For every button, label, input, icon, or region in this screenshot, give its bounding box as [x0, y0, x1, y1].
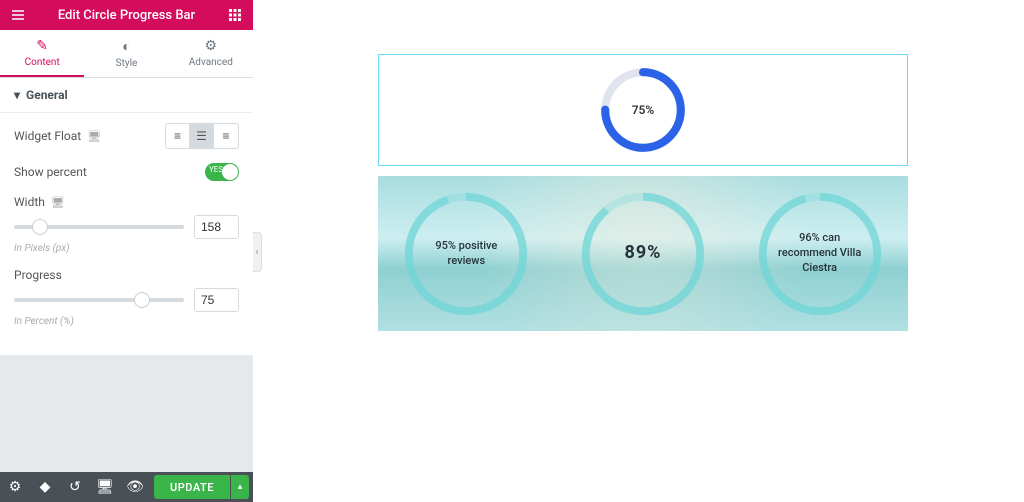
- progress-slider[interactable]: [14, 298, 184, 302]
- selected-widget[interactable]: 75%: [378, 54, 908, 166]
- slider-thumb[interactable]: [32, 219, 48, 235]
- preview-button[interactable]: 👁: [120, 472, 150, 502]
- tab-content[interactable]: ✎ Content: [0, 30, 84, 77]
- toggle-knob: [222, 164, 238, 180]
- collapse-sidebar-handle[interactable]: ‹: [253, 232, 262, 272]
- slider-thumb[interactable]: [134, 292, 150, 308]
- align-right-button[interactable]: ≡: [214, 124, 238, 148]
- chevron-down-icon: ▾: [14, 88, 20, 102]
- control-label: Widget Float 🖥: [14, 129, 101, 143]
- control-show-percent: Show percent YES: [14, 163, 239, 181]
- contrast-icon: ◐: [84, 38, 168, 55]
- control-label: Width 🖥: [14, 195, 65, 209]
- history-button[interactable]: ↺: [60, 472, 90, 502]
- desktop-icon[interactable]: 🖥: [51, 196, 65, 209]
- control-progress: Progress: [14, 268, 239, 282]
- update-dropdown[interactable]: ▴: [231, 475, 249, 499]
- desktop-icon[interactable]: 🖥: [87, 130, 101, 143]
- section-body: Widget Float 🖥 ≡ ☰ ≡ Show percent YES Wi…: [0, 113, 253, 355]
- menu-icon[interactable]: [10, 7, 26, 23]
- sidebar-footer: ⚙ ◆ ↺ 🖥 👁 UPDATE ▴: [0, 472, 253, 502]
- circle-card-text: 96% can recommend Villa Ciestra: [750, 184, 890, 324]
- circle-card-text: 95% positive reviews: [396, 184, 536, 324]
- sidebar-filler: [0, 355, 253, 472]
- width-input[interactable]: [194, 215, 239, 239]
- sidebar-header: Edit Circle Progress Bar: [0, 0, 253, 30]
- tab-label: Content: [25, 57, 60, 68]
- control-width: Width 🖥: [14, 195, 239, 209]
- hero-section[interactable]: 95% positive reviews 89% 96% can recomme…: [378, 176, 908, 331]
- apps-icon[interactable]: [227, 7, 243, 23]
- section-header-general[interactable]: ▾ General: [0, 78, 253, 113]
- width-hint: In Pixels (px): [14, 243, 239, 254]
- circle-card-2: 89%: [573, 184, 713, 324]
- control-widget-float: Widget Float 🖥 ≡ ☰ ≡: [14, 123, 239, 149]
- preview-canvas: ‹ 75% 95% positive reviews 89%: [253, 0, 1024, 502]
- gear-icon: ⚙: [169, 38, 253, 54]
- align-group: ≡ ☰ ≡: [165, 123, 239, 149]
- pencil-icon: ✎: [0, 38, 84, 54]
- progress-input[interactable]: [194, 288, 239, 312]
- settings-button[interactable]: ⚙: [0, 472, 30, 502]
- tab-label: Advanced: [189, 57, 233, 68]
- responsive-button[interactable]: 🖥: [90, 472, 120, 502]
- editor-sidebar: Edit Circle Progress Bar ✎ Content ◐ Sty…: [0, 0, 253, 502]
- navigator-button[interactable]: ◆: [30, 472, 60, 502]
- tab-label: Style: [116, 58, 138, 69]
- tabs: ✎ Content ◐ Style ⚙ Advanced: [0, 30, 253, 78]
- progress-hint: In Percent (%): [14, 316, 239, 327]
- circle-card-3: 96% can recommend Villa Ciestra: [750, 184, 890, 324]
- circle-progress-widget: 75%: [598, 65, 688, 155]
- align-center-button[interactable]: ☰: [190, 124, 214, 148]
- show-percent-toggle[interactable]: YES: [205, 163, 239, 181]
- width-slider[interactable]: [14, 225, 184, 229]
- width-slider-row: [14, 215, 239, 239]
- control-label: Progress: [14, 268, 62, 282]
- toggle-text: YES: [209, 165, 223, 174]
- tab-advanced[interactable]: ⚙ Advanced: [169, 30, 253, 77]
- circle-card-text: 89%: [573, 184, 713, 324]
- update-button[interactable]: UPDATE: [154, 475, 230, 499]
- section-title: General: [26, 88, 68, 102]
- progress-slider-row: [14, 288, 239, 312]
- circle-card-1: 95% positive reviews: [396, 184, 536, 324]
- control-label: Show percent: [14, 165, 87, 179]
- align-left-button[interactable]: ≡: [166, 124, 190, 148]
- panel-title: Edit Circle Progress Bar: [26, 8, 227, 23]
- tab-style[interactable]: ◐ Style: [84, 30, 168, 77]
- progress-percent-label: 75%: [598, 65, 688, 155]
